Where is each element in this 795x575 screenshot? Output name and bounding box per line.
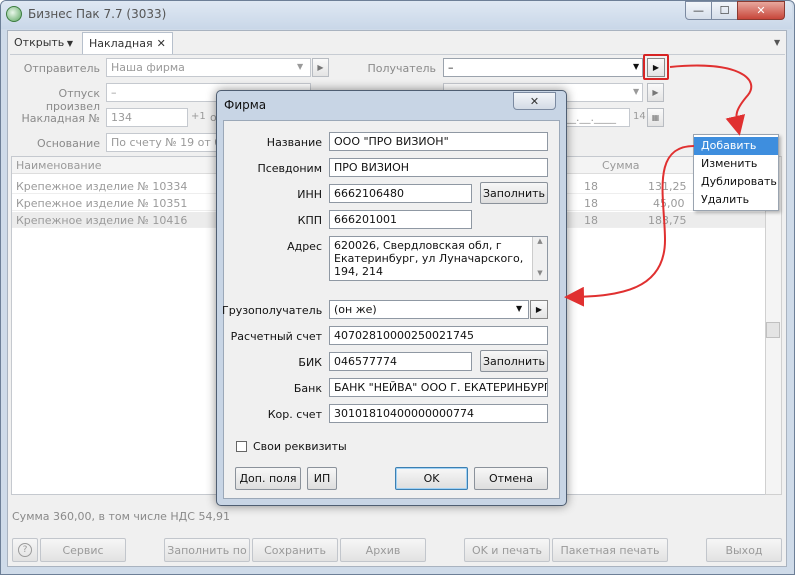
app-logo-icon bbox=[6, 6, 22, 22]
archive-button[interactable]: Архив bbox=[340, 538, 426, 562]
batch-print-button[interactable]: Пакетная печать bbox=[552, 538, 668, 562]
row-name: Крепежное изделие № 10351 bbox=[16, 197, 188, 210]
kpp-field[interactable]: 666201001 bbox=[329, 210, 472, 229]
toolbar-menu-icon[interactable]: ▼ bbox=[774, 38, 780, 47]
close-button[interactable]: ✕ bbox=[737, 1, 785, 20]
release-label: Отпуск произвел bbox=[45, 87, 100, 113]
consignee-label: Грузополучатель bbox=[222, 304, 323, 317]
row-sum: 45,00 bbox=[653, 197, 685, 210]
dialog-title: Фирма bbox=[224, 98, 267, 112]
sender-select[interactable]: Наша фирма bbox=[106, 58, 311, 77]
account-label: Расчетный счет bbox=[230, 330, 322, 343]
address-scrollbar[interactable]: ▲ ▼ bbox=[532, 237, 547, 280]
menu-item-delete[interactable]: Удалить bbox=[694, 191, 778, 209]
help-button[interactable]: ? bbox=[12, 538, 38, 562]
row-name: Крепежное изделие № 10334 bbox=[16, 180, 188, 193]
corr-account-label: Кор. счет bbox=[267, 408, 322, 421]
receiver-select[interactable]: – bbox=[443, 58, 643, 77]
own-requisites-checkbox[interactable] bbox=[236, 441, 247, 452]
maximize-button[interactable]: ☐ bbox=[711, 1, 738, 20]
row-qty: 18 bbox=[584, 197, 598, 210]
save-button[interactable]: Сохранить bbox=[252, 538, 338, 562]
inn-label: ИНН bbox=[297, 188, 322, 201]
fill-by-button[interactable]: Заполнить по bbox=[164, 538, 250, 562]
invoice-number-label: Накладная № bbox=[21, 112, 100, 125]
tab-invoice[interactable]: Накладная ✕ bbox=[82, 32, 173, 54]
bik-field[interactable]: 046577774 bbox=[329, 352, 472, 371]
exit-button[interactable]: Выход bbox=[706, 538, 782, 562]
dialog-close-button[interactable]: ✕ bbox=[513, 92, 556, 110]
bik-label: БИК bbox=[298, 356, 322, 369]
basis-label: Основание bbox=[37, 137, 100, 150]
sender-open-button[interactable]: ▶ bbox=[312, 58, 329, 77]
cancel-button[interactable]: Отмена bbox=[474, 467, 548, 490]
menu-item-edit[interactable]: Изменить bbox=[694, 155, 778, 173]
service-button[interactable]: Сервис bbox=[40, 538, 126, 562]
own-requisites-label: Свои реквизиты bbox=[253, 440, 347, 453]
open-menu-button[interactable]: Открыть ▼ bbox=[14, 36, 73, 49]
alias-label: Псевдоним bbox=[257, 162, 322, 175]
help-icon: ? bbox=[18, 543, 32, 557]
row-qty: 18 bbox=[584, 180, 598, 193]
bank-label: Банк bbox=[293, 382, 322, 395]
sender-label: Отправитель bbox=[23, 62, 100, 75]
row2-dropdown-icon[interactable]: ▼ bbox=[633, 87, 639, 96]
bank-field[interactable]: БАНК "НЕЙВА" ООО Г. ЕКАТЕРИНБУРГ bbox=[329, 378, 548, 397]
consignee-dropdown-icon[interactable]: ▼ bbox=[516, 304, 522, 313]
extra-fields-button[interactable]: Доп. поля bbox=[235, 467, 301, 490]
calendar-icon[interactable]: ▦ bbox=[647, 108, 664, 127]
scroll-down-icon[interactable]: ▼ bbox=[533, 269, 547, 277]
row2-open-button[interactable]: ▶ bbox=[647, 83, 664, 102]
alias-field[interactable]: ПРО ВИЗИОН bbox=[329, 158, 548, 177]
dropdown-arrow-icon: ▼ bbox=[64, 39, 73, 48]
sender-dropdown-icon[interactable]: ▼ bbox=[297, 62, 303, 71]
inn-field[interactable]: 6662106480 bbox=[329, 184, 472, 203]
basis-field[interactable]: По счету № 19 от 09.1 bbox=[106, 133, 218, 152]
increment-button[interactable]: +1 bbox=[191, 111, 206, 122]
name-label: Название bbox=[266, 136, 322, 149]
menu-item-add[interactable]: Добавить bbox=[694, 137, 778, 155]
account-field[interactable]: 40702810000250021745 bbox=[329, 326, 548, 345]
ip-button[interactable]: ИП bbox=[307, 467, 337, 490]
col-name-header[interactable]: Наименование bbox=[16, 159, 101, 172]
invoice-number-field[interactable]: 134 bbox=[106, 108, 188, 127]
receiver-dropdown-icon[interactable]: ▼ bbox=[633, 62, 639, 71]
corr-account-field[interactable]: 30101810400000000774 bbox=[329, 404, 548, 423]
scrollbar-thumb[interactable] bbox=[766, 322, 780, 338]
tab-label: Накладная bbox=[89, 37, 153, 50]
row-qty: 18 bbox=[584, 214, 598, 227]
consignee-open-button[interactable]: ▶ bbox=[530, 300, 548, 319]
row-sum: 131,25 bbox=[648, 180, 687, 193]
menu-item-duplicate[interactable]: Дублировать bbox=[694, 173, 778, 191]
address-field[interactable]: 620026, Свердловская обл, г Екатеринбург… bbox=[329, 236, 548, 281]
consignee-select[interactable]: (он же) bbox=[329, 300, 529, 319]
ok-print-button[interactable]: OK и печать bbox=[464, 538, 550, 562]
window-title: Бизнес Пак 7.7 (3033) bbox=[28, 7, 167, 21]
minimize-button[interactable]: — bbox=[685, 1, 712, 20]
tab-close-icon[interactable]: ✕ bbox=[157, 37, 166, 50]
inn-fill-button[interactable]: Заполнить bbox=[480, 182, 548, 204]
receiver-open-button[interactable]: ▶ bbox=[647, 58, 665, 77]
kpp-label: КПП bbox=[297, 214, 322, 227]
date-field[interactable]: __.__.____ bbox=[560, 108, 630, 127]
total-summary: Сумма 360,00, в том числе НДС 54,91 bbox=[12, 510, 230, 523]
col-sum-header[interactable]: Сумма bbox=[602, 159, 640, 172]
ok-button[interactable]: OK bbox=[395, 467, 468, 490]
receiver-label: Получатель bbox=[367, 62, 436, 75]
scroll-up-icon[interactable]: ▲ bbox=[533, 237, 547, 245]
name-field[interactable]: ООО "ПРО ВИЗИОН" bbox=[329, 132, 548, 151]
address-label: Адрес bbox=[287, 240, 322, 253]
date-day: 14 bbox=[633, 111, 646, 122]
row-sum: 183,75 bbox=[648, 214, 687, 227]
row-name: Крепежное изделие № 10416 bbox=[16, 214, 188, 227]
open-label: Открыть bbox=[14, 36, 65, 49]
bik-fill-button[interactable]: Заполнить bbox=[480, 350, 548, 372]
